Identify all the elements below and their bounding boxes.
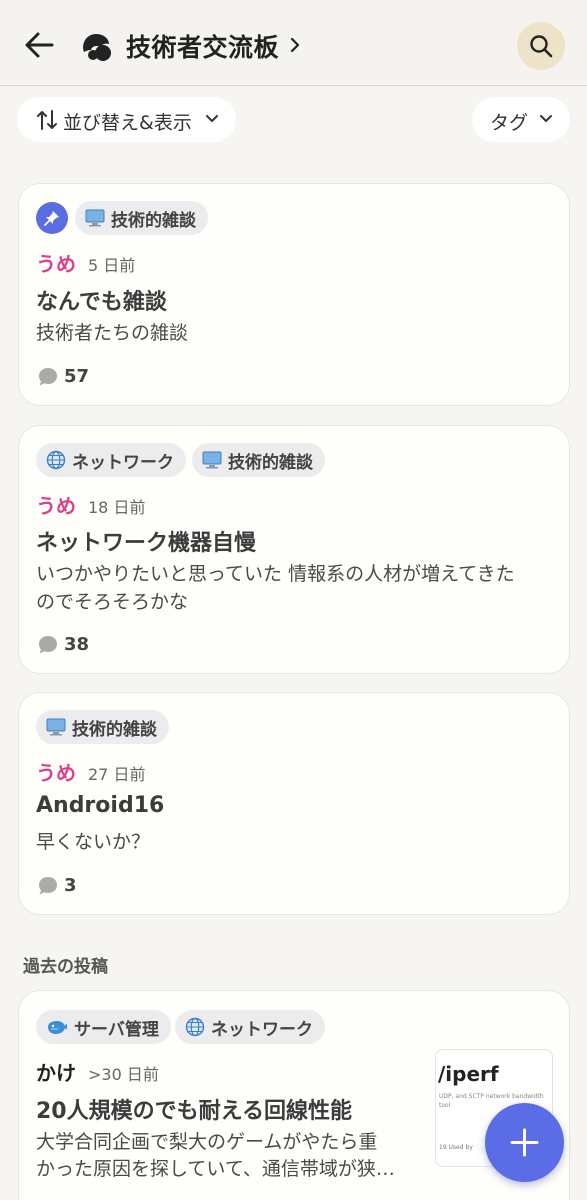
tag-chip[interactable]: 技術的雑談 xyxy=(36,710,169,744)
post-author[interactable]: うめ xyxy=(36,248,76,277)
tag-chip-label: 技術的雑談 xyxy=(111,210,196,231)
post-card[interactable]: 技術的雑談 うめ 27 日前 Android16 早くないか？ 3 xyxy=(18,692,570,915)
tag-chip-label: ネットワーク xyxy=(72,452,174,473)
computer-icon xyxy=(46,718,66,736)
sort-display-button[interactable]: 並び替え&表示 xyxy=(17,97,236,142)
post-card[interactable]: 技術的雑談 うめ 5 日前 なんでも雑談 技術者たちの雑談 57 xyxy=(18,183,570,406)
comment-icon xyxy=(39,368,57,386)
post-author[interactable]: かけ xyxy=(36,1057,76,1086)
post-author[interactable]: うめ xyxy=(36,757,76,786)
post-body: 早くないか？ xyxy=(36,831,151,853)
tag-chip[interactable]: ネットワーク xyxy=(175,1010,325,1044)
thumbnail-title: /iperf xyxy=(438,1062,499,1086)
tag-chip[interactable]: 技術的雑談 xyxy=(192,443,325,477)
chevron-right-icon[interactable] xyxy=(289,36,301,54)
community-icon xyxy=(83,34,111,61)
new-post-button[interactable] xyxy=(485,1103,564,1182)
comment-icon xyxy=(39,877,57,895)
tag-chip[interactable]: ネットワーク xyxy=(36,443,186,477)
tag-chip-label: 技術的雑談 xyxy=(228,452,313,473)
sort-icon xyxy=(37,110,57,130)
comment-count: 38 xyxy=(64,634,90,655)
post-body-line: かった原因を探していて、通信帯域が狭… xyxy=(36,1158,395,1180)
post-card[interactable]: ネットワーク 技術的雑談 うめ 18 日前 ネットワーク機器自慢 いつかやりたい… xyxy=(18,425,570,674)
globe-icon xyxy=(46,450,66,470)
tag-chip-label: ネットワーク xyxy=(211,1019,313,1040)
post-time: 5 日前 xyxy=(88,256,136,275)
post-time: 27 日前 xyxy=(88,765,146,784)
tag-chip[interactable]: 技術的雑談 xyxy=(75,201,208,235)
sort-label: 並び替え&表示 xyxy=(63,112,192,134)
computer-icon xyxy=(202,451,222,469)
pin-badge xyxy=(36,202,68,234)
post-title: ネットワーク機器自慢 xyxy=(36,531,257,556)
post-body-line: いつかやりたいと思っていた 情報系の人材が増えてきた xyxy=(36,563,515,585)
post-time: 18 日前 xyxy=(88,498,146,517)
app-header: 技術者交流板 xyxy=(0,0,587,86)
post-card[interactable]: サーバ管理 ネットワーク かけ >30 日前 20人規模のでも耐える回線性能 大… xyxy=(18,990,570,1200)
tag-filter-button[interactable]: タグ xyxy=(472,97,570,142)
board-title[interactable]: 技術者交流板 xyxy=(126,28,279,64)
post-title: 20人規模のでも耐える回線性能 xyxy=(36,1099,352,1124)
comment-count: 3 xyxy=(64,875,77,896)
thumbnail-footer: 19 Used by xyxy=(439,1144,473,1151)
chevron-down-icon xyxy=(540,115,552,122)
pin-icon xyxy=(44,211,59,226)
plus-icon xyxy=(510,1128,539,1157)
back-arrow-icon[interactable] xyxy=(22,29,58,61)
post-body-line: 大学合同企画で梨大のゲームがやたら重 xyxy=(36,1131,378,1153)
chevron-down-icon xyxy=(206,115,218,122)
past-posts-heading: 過去の投稿 xyxy=(23,957,108,977)
post-title: Android16 xyxy=(36,793,165,818)
globe-icon xyxy=(185,1017,205,1037)
tag-chip[interactable]: サーバ管理 xyxy=(36,1010,171,1044)
whale-icon xyxy=(48,1021,67,1034)
comment-icon xyxy=(39,636,57,654)
search-icon xyxy=(530,35,553,58)
post-title: なんでも雑談 xyxy=(36,290,167,315)
tag-chip-label: 技術的雑談 xyxy=(72,719,157,740)
tag-chip-label: サーバ管理 xyxy=(74,1019,159,1040)
post-author[interactable]: うめ xyxy=(36,490,76,519)
tag-label: タグ xyxy=(490,112,529,134)
computer-icon xyxy=(85,209,105,227)
post-time: >30 日前 xyxy=(88,1065,159,1084)
comment-count: 57 xyxy=(64,366,90,387)
post-body: 技術者たちの雑談 xyxy=(36,322,189,344)
search-button[interactable] xyxy=(517,22,565,70)
post-body-line: のでそろそろかな xyxy=(36,591,189,613)
